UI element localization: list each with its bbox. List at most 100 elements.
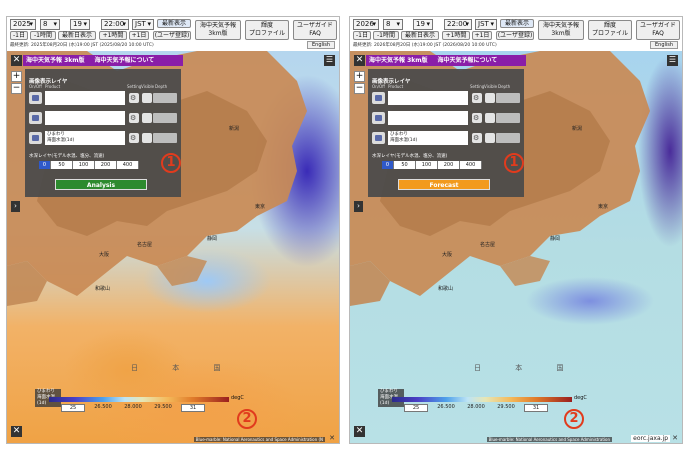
profile-button[interactable]: 輝度 プロファイル xyxy=(245,20,289,40)
analysis-button[interactable]: Analysis xyxy=(55,179,147,190)
map-view[interactable]: 海中天気予報 3km版 海中天気予報について ✕ ☰ + − › 画像表示レイヤ… xyxy=(350,51,682,443)
fwd-day-button[interactable]: +1日 xyxy=(472,31,492,40)
gear-icon[interactable] xyxy=(472,133,482,143)
zoom-in-button[interactable]: + xyxy=(354,71,365,82)
english-button[interactable]: English xyxy=(650,41,679,49)
map-view[interactable]: 海中天気予報 3km版 海中天気予報について ✕ ☰ + − › 画像表示レイヤ… xyxy=(7,51,339,443)
about-link[interactable]: 海中天気予報について xyxy=(94,57,154,64)
english-button[interactable]: English xyxy=(307,41,336,49)
back-hour-button[interactable]: -1時間 xyxy=(373,31,399,40)
depth-200-button[interactable]: 200 xyxy=(438,161,460,169)
forecast-button[interactable]: Forecast xyxy=(398,179,490,190)
depth-0-button[interactable]: 0 xyxy=(39,161,51,169)
jaxa-url[interactable]: eorc.jaxa.jp xyxy=(631,435,670,442)
zoom-control: + − xyxy=(354,71,365,95)
depth-0-button[interactable]: 0 xyxy=(382,161,394,169)
back-hour-button[interactable]: -1時間 xyxy=(30,31,56,40)
layer-product-select[interactable] xyxy=(45,111,125,125)
depth-select[interactable] xyxy=(153,93,177,103)
close-legend-icon[interactable]: ✕ xyxy=(11,426,22,437)
depth-50-button[interactable]: 50 xyxy=(394,161,416,169)
zoom-out-button[interactable]: − xyxy=(354,83,365,94)
col-setting: Setting xyxy=(127,84,142,89)
back-day-button[interactable]: -1日 xyxy=(353,31,371,40)
hour-select[interactable]: 22:00 xyxy=(101,19,129,30)
profile-button[interactable]: 輝度 プロファイル xyxy=(588,20,632,40)
legend-max-input[interactable]: 31 xyxy=(524,404,548,412)
back-day-button[interactable]: -1日 xyxy=(10,31,28,40)
hour-select[interactable]: 22:00 xyxy=(444,19,472,30)
guide-faq-button[interactable]: ユーザガイド FAQ xyxy=(636,20,680,40)
legend-min-input[interactable]: 25 xyxy=(404,404,428,412)
layer-stack-icon[interactable] xyxy=(29,112,42,124)
close-panel-icon[interactable]: ✕ xyxy=(11,55,22,66)
legend-min-input[interactable]: 25 xyxy=(61,404,85,412)
gear-icon[interactable] xyxy=(129,113,139,123)
layer-product-select[interactable] xyxy=(388,111,468,125)
layer-stack-icon[interactable] xyxy=(372,112,385,124)
depth-select[interactable] xyxy=(496,93,520,103)
side-expand-icon[interactable]: › xyxy=(354,201,363,212)
layer-stack-icon[interactable] xyxy=(372,132,385,144)
visible-toggle[interactable] xyxy=(485,113,495,123)
depth-100-button[interactable]: 100 xyxy=(73,161,95,169)
depth-100-button[interactable]: 100 xyxy=(416,161,438,169)
gear-icon[interactable] xyxy=(472,113,482,123)
zoom-in-button[interactable]: + xyxy=(11,71,22,82)
depth-400-button[interactable]: 400 xyxy=(117,161,139,169)
depth-50-button[interactable]: 50 xyxy=(51,161,73,169)
zoom-out-button[interactable]: − xyxy=(11,83,22,94)
forecast-3km-button[interactable]: 海中天気予報 3km版 xyxy=(195,20,241,40)
tz-select[interactable]: JST xyxy=(475,19,497,30)
visible-toggle[interactable] xyxy=(142,93,152,103)
layer-product-select[interactable]: ひまわり 海面水温(1d) xyxy=(45,131,125,145)
close-panel-icon[interactable]: ✕ xyxy=(354,55,365,66)
about-link[interactable]: 海中天気予報について xyxy=(437,57,497,64)
depth-400-button[interactable]: 400 xyxy=(460,161,482,169)
fwd-hour-button[interactable]: +1時間 xyxy=(442,31,470,40)
layer-stack-icon[interactable] xyxy=(29,92,42,104)
gear-icon[interactable] xyxy=(129,93,139,103)
depth-select[interactable] xyxy=(496,133,520,143)
year-select[interactable]: 2025 xyxy=(10,19,36,30)
side-expand-icon[interactable]: › xyxy=(11,201,20,212)
latest-day-button[interactable]: 最新日表示 xyxy=(401,31,439,40)
year-select[interactable]: 2026 xyxy=(353,19,379,30)
guide-faq-button[interactable]: ユーザガイド FAQ xyxy=(293,20,337,40)
visible-toggle[interactable] xyxy=(485,93,495,103)
tz-select[interactable]: JST xyxy=(132,19,154,30)
user-register-button[interactable]: (ユーザ登録) xyxy=(153,31,191,40)
legend-max-input[interactable]: 31 xyxy=(181,404,205,412)
fwd-hour-button[interactable]: +1時間 xyxy=(99,31,127,40)
menu-icon[interactable]: ☰ xyxy=(667,55,678,66)
annotation-2: 2 xyxy=(237,409,257,429)
latest-button[interactable]: 最新表示 xyxy=(157,19,191,28)
close-attribution-icon[interactable]: ✕ xyxy=(672,434,678,442)
layer-product-select[interactable] xyxy=(45,91,125,105)
layer-stack-icon[interactable] xyxy=(372,92,385,104)
gear-icon[interactable] xyxy=(472,93,482,103)
visible-toggle[interactable] xyxy=(142,113,152,123)
gear-icon[interactable] xyxy=(129,133,139,143)
close-legend-icon[interactable]: ✕ xyxy=(354,426,365,437)
depth-select[interactable] xyxy=(153,133,177,143)
visible-toggle[interactable] xyxy=(142,133,152,143)
layer-stack-icon[interactable] xyxy=(29,132,42,144)
depth-200-button[interactable]: 200 xyxy=(95,161,117,169)
latest-day-button[interactable]: 最新日表示 xyxy=(58,31,96,40)
layer-product-select[interactable]: ひまわり 海面水温(1d) xyxy=(388,131,468,145)
day-select[interactable]: 19 xyxy=(70,19,90,30)
forecast-3km-button[interactable]: 海中天気予報 3km版 xyxy=(538,20,584,40)
day-select[interactable]: 19 xyxy=(413,19,433,30)
depth-select[interactable] xyxy=(496,113,520,123)
month-select[interactable]: 8 xyxy=(40,19,60,30)
close-attribution-icon[interactable]: ✕ xyxy=(329,434,335,442)
depth-select[interactable] xyxy=(153,113,177,123)
fwd-day-button[interactable]: +1日 xyxy=(129,31,149,40)
month-select[interactable]: 8 xyxy=(383,19,403,30)
menu-icon[interactable]: ☰ xyxy=(324,55,335,66)
visible-toggle[interactable] xyxy=(485,133,495,143)
latest-button[interactable]: 最新表示 xyxy=(500,19,534,28)
layer-product-select[interactable] xyxy=(388,91,468,105)
user-register-button[interactable]: (ユーザ登録) xyxy=(496,31,534,40)
